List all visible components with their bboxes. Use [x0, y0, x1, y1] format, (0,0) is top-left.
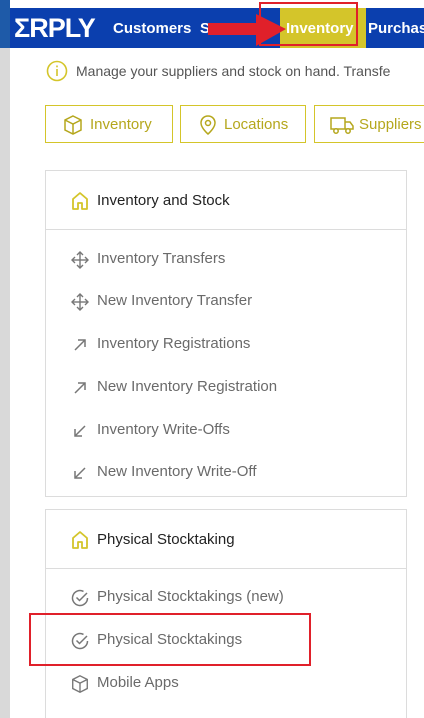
box-icon: [64, 115, 82, 135]
list-item-mobile-apps[interactable]: Mobile Apps: [46, 665, 406, 701]
item-label: New Inventory Transfer: [97, 292, 253, 309]
list-item-inventory-transfers[interactable]: Inventory Transfers: [46, 241, 406, 277]
list-item-inventory-registrations[interactable]: Inventory Registrations: [46, 326, 406, 362]
nav-purchases[interactable]: Purchase: [368, 8, 424, 48]
tab-suppliers[interactable]: Suppliers: [314, 105, 424, 143]
tab-inventory-label: Inventory: [90, 116, 152, 133]
inventory-and-stock-panel: Inventory and Stock Inventory Transfers …: [45, 170, 407, 497]
check-circle-icon: [71, 589, 89, 607]
erply-logo[interactable]: ΣRPLY: [14, 12, 96, 44]
left-edge-strip: [0, 0, 10, 718]
arrow-up-right-icon: [74, 382, 86, 394]
move-arrows-icon: [71, 251, 89, 269]
tab-inventory[interactable]: Inventory: [45, 105, 173, 143]
left-edge-strip-top: [0, 0, 10, 48]
home-icon: [72, 192, 88, 210]
panel-header: Inventory and Stock: [46, 171, 406, 230]
item-label: New Inventory Write-Off: [97, 463, 257, 480]
tab-locations[interactable]: Locations: [180, 105, 306, 143]
panel-header: Physical Stocktaking: [46, 510, 406, 569]
item-label: Inventory Transfers: [97, 250, 226, 267]
list-item-physical-stocktakings-new[interactable]: Physical Stocktakings (new): [46, 579, 406, 615]
list-item-new-inventory-transfer[interactable]: New Inventory Transfer: [46, 283, 406, 319]
move-arrows-icon: [71, 293, 89, 311]
list-item-inventory-write-offs[interactable]: Inventory Write-Offs: [46, 412, 406, 448]
location-pin-icon: [200, 115, 216, 135]
info-icon: [46, 60, 68, 82]
panel-title: Inventory and Stock: [97, 192, 230, 209]
arrow-up-right-icon: [74, 339, 86, 351]
nav-customers[interactable]: Customers: [113, 8, 191, 48]
arrow-down-left-icon: [74, 425, 86, 437]
info-bar: Manage your suppliers and stock on hand.…: [46, 58, 424, 86]
home-icon: [72, 531, 88, 549]
item-label: Inventory Registrations: [97, 335, 251, 352]
box-icon: [72, 675, 88, 693]
panel-title: Physical Stocktaking: [97, 531, 235, 548]
info-text: Manage your suppliers and stock on hand.…: [76, 63, 391, 79]
list-item-new-inventory-registration[interactable]: New Inventory Registration: [46, 369, 406, 405]
tab-locations-label: Locations: [224, 116, 289, 133]
item-label: New Inventory Registration: [97, 378, 278, 395]
truck-icon: [330, 117, 354, 134]
item-label: Inventory Write-Offs: [97, 421, 230, 438]
stocktakings-highlight-box: [29, 613, 311, 666]
item-label: Physical Stocktakings (new): [97, 588, 284, 605]
list-item-new-inventory-write-off[interactable]: New Inventory Write-Off: [46, 454, 406, 490]
item-label: Mobile Apps: [97, 674, 179, 691]
tab-suppliers-label: Suppliers: [359, 116, 422, 133]
red-arrow-annotation: [208, 14, 286, 46]
arrow-down-left-icon: [74, 467, 86, 479]
